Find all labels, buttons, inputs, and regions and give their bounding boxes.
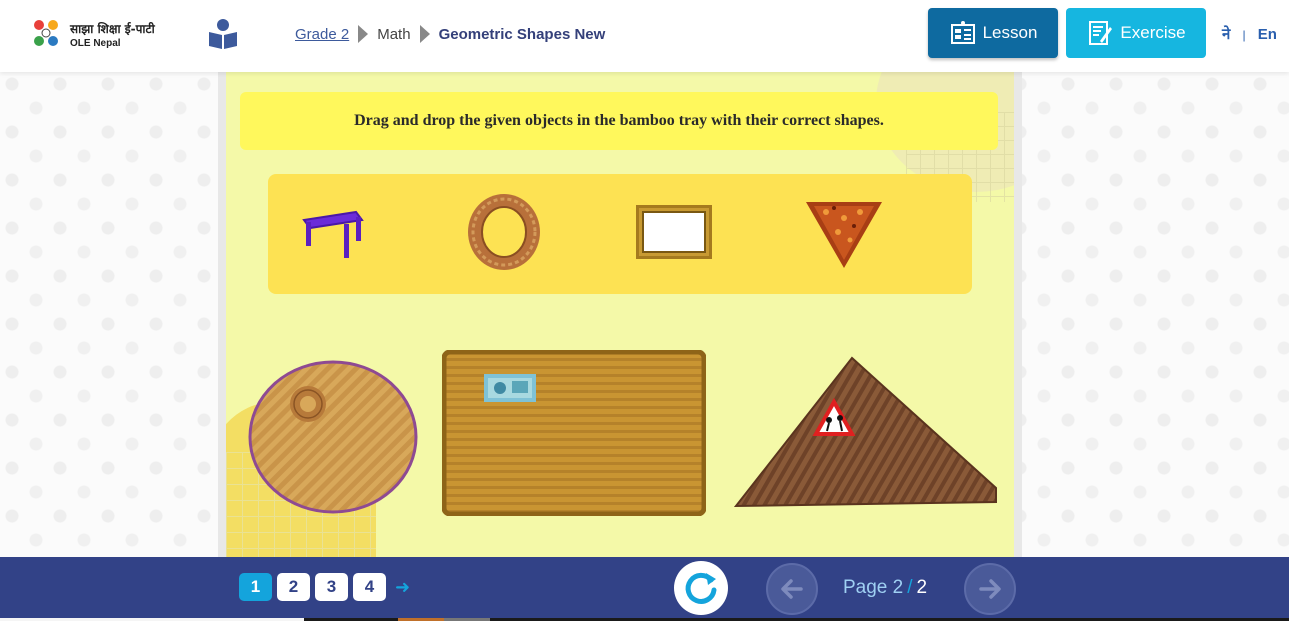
next-page-button[interactable]: [964, 563, 1016, 615]
refresh-icon: [685, 572, 717, 604]
lang-english-option[interactable]: En: [1258, 26, 1277, 43]
reader-book-icon: [209, 19, 237, 49]
top-header: साझा शिक्षा ई-पाटी OLE Nepal Grade 2 Mat…: [0, 0, 1289, 72]
previous-page-button[interactable]: [766, 563, 818, 615]
samosa-object[interactable]: [804, 200, 884, 270]
exercise-pencil-icon: [1089, 21, 1113, 45]
arrow-left-icon: [781, 579, 803, 599]
stool-object[interactable]: [300, 208, 368, 262]
lesson-button-label: Lesson: [982, 23, 1038, 42]
exercise-button[interactable]: Exercise: [1066, 8, 1206, 58]
page-tab-2[interactable]: 2: [277, 573, 310, 601]
breadcrumb-separator-icon: [358, 25, 369, 43]
lesson-button[interactable]: Lesson: [928, 8, 1058, 58]
page-tab-1[interactable]: 1: [239, 573, 272, 601]
current-page-number: 2: [892, 577, 904, 598]
refresh-button[interactable]: [674, 561, 728, 615]
breadcrumb-subject[interactable]: Math: [377, 26, 410, 43]
page-tab-3[interactable]: 3: [315, 573, 348, 601]
ole-logo-icon: [34, 20, 58, 46]
activity-panel: Drag and drop the given objects in the b…: [226, 72, 1014, 557]
logo-title: साझा शिक्षा ई-पाटी: [70, 22, 155, 36]
picture-frame-object[interactable]: [635, 204, 713, 260]
bread-ring-object[interactable]: [464, 192, 544, 272]
page-indicator: Page 2/2: [843, 577, 927, 599]
page-tab-4[interactable]: 4: [353, 573, 386, 601]
triangle-bamboo-tray[interactable]: [734, 356, 998, 508]
bottom-navigation-bar: 1 2 3 4 ➜ Page 2/2: [0, 557, 1289, 618]
total-pages-number: 2: [916, 577, 928, 598]
lang-separator: |: [1242, 28, 1246, 42]
breadcrumb: Grade 2 Math Geometric Shapes New: [295, 25, 605, 43]
lesson-board-icon: [950, 21, 975, 44]
rectangle-bamboo-tray[interactable]: [442, 350, 706, 516]
instruction-text: Drag and drop the given objects in the b…: [354, 112, 884, 129]
exercise-button-label: Exercise: [1120, 23, 1186, 42]
page-label: Page: [843, 577, 888, 598]
breadcrumb-topic: Geometric Shapes New: [438, 25, 606, 43]
draggable-objects-tray: [268, 174, 972, 294]
page-separator: /: [907, 577, 913, 598]
logo-subtitle: OLE Nepal: [70, 38, 121, 49]
ole-nepal-logo[interactable]: साझा शिक्षा ई-पाटी OLE Nepal: [30, 16, 170, 52]
language-switcher: ने | En: [1222, 24, 1277, 44]
instruction-banner: Drag and drop the given objects in the b…: [240, 92, 998, 150]
circle-bamboo-tray[interactable]: [248, 360, 418, 514]
activity-page-tabs: 1 2 3 4 ➜: [239, 573, 410, 601]
breadcrumb-separator-icon: [419, 25, 430, 43]
tabs-next-arrow-icon[interactable]: ➜: [395, 577, 410, 598]
arrow-right-icon: [979, 579, 1001, 599]
breadcrumb-grade-link[interactable]: Grade 2: [295, 26, 349, 43]
lang-nepali-option[interactable]: ने: [1222, 25, 1230, 43]
